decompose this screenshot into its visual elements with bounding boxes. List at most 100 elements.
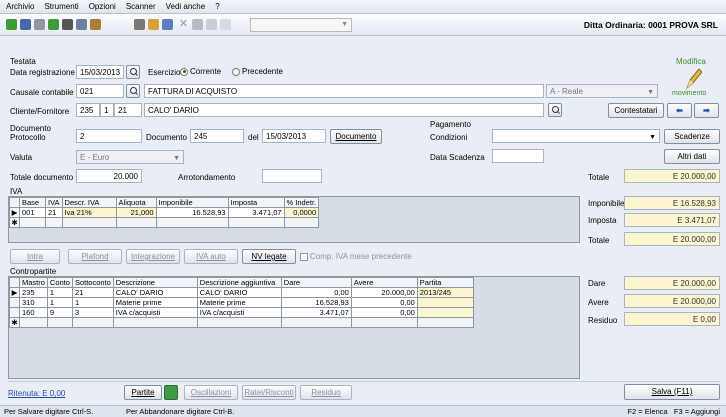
- contropartite-grid[interactable]: Mastro Conto Sottoconto Descrizione Desc…: [8, 276, 580, 379]
- del-field[interactable]: 15/03/2013: [262, 129, 326, 143]
- ratei-button[interactable]: Ratei/Risconti: [242, 385, 296, 400]
- radio-precedente[interactable]: Precedente: [232, 67, 283, 76]
- menu-vedi-anche[interactable]: Vedi anche: [166, 2, 206, 11]
- table-cell[interactable]: 0,00: [350, 307, 418, 318]
- table-cell[interactable]: 310: [19, 297, 48, 308]
- iva-grid[interactable]: Base IVA Descr. IVA Aliquota Imponibile …: [8, 196, 580, 243]
- menu-archivio[interactable]: Archivio: [6, 2, 34, 11]
- table-cell[interactable]: 21: [45, 207, 63, 218]
- date-search-button[interactable]: [126, 65, 140, 79]
- calculator-icon[interactable]: [148, 19, 159, 30]
- cf-search-button[interactable]: [548, 103, 562, 117]
- preview-icon[interactable]: [90, 19, 101, 30]
- table-cell[interactable]: CALO' DARIO: [196, 287, 282, 298]
- nv-legate-button[interactable]: NV legate: [242, 249, 296, 264]
- next-arrow-button[interactable]: ➡: [694, 103, 719, 118]
- table-row[interactable]: ▶ 235 1 21 CALO' DARIO CALO' DARIO 0,00 …: [9, 287, 474, 298]
- table-cell[interactable]: Iva 21%: [61, 207, 117, 218]
- table-cell[interactable]: 21,000: [115, 207, 157, 218]
- menu-scanner[interactable]: Scanner: [126, 2, 156, 11]
- table-cell[interactable]: 9: [46, 307, 73, 318]
- ritenuta-link[interactable]: Ritenuta: E 0,00: [8, 389, 65, 398]
- delete-icon[interactable]: [34, 19, 45, 30]
- cancel-icon[interactable]: ✕: [178, 19, 189, 30]
- oscillazioni-button[interactable]: Oscillazioni: [184, 385, 238, 400]
- table-cell[interactable]: 0,0000: [283, 207, 320, 218]
- settings-icon[interactable]: [206, 19, 217, 30]
- contestatari-button[interactable]: Contestatari: [608, 103, 664, 118]
- documento-field[interactable]: 245: [190, 129, 244, 143]
- causale-code-field[interactable]: 021: [76, 84, 124, 98]
- altri-dati-button[interactable]: Altri dati: [664, 149, 720, 164]
- extra-icon[interactable]: [220, 19, 231, 30]
- print-icon[interactable]: [76, 19, 87, 30]
- table-cell[interactable]: 3.471,07: [280, 307, 352, 318]
- table-cell[interactable]: 16.528,93: [280, 297, 352, 308]
- table-cell[interactable]: [416, 307, 474, 318]
- protocollo-field[interactable]: 2: [76, 129, 142, 143]
- comp-iva-checkbox[interactable]: Comp. IVA mese precedente: [300, 252, 412, 261]
- table-cell[interactable]: 0,00: [350, 297, 418, 308]
- menu-help[interactable]: ?: [215, 2, 219, 11]
- data-reg-field[interactable]: 15/03/2013: [76, 65, 124, 79]
- cf-conto-field[interactable]: 1: [100, 103, 114, 117]
- table-cell[interactable]: 235: [19, 287, 48, 298]
- condizioni-select[interactable]: ▼: [492, 129, 660, 143]
- pencil-icon[interactable]: [684, 66, 703, 90]
- binoculars-icon[interactable]: [62, 19, 73, 30]
- table-cell[interactable]: 1: [46, 297, 73, 308]
- prev-arrow-button[interactable]: ⬅: [667, 103, 692, 118]
- partite-button[interactable]: Partite: [124, 385, 162, 400]
- table-new-row[interactable]: ✱: [9, 317, 474, 328]
- totale-doc-field[interactable]: 20.000: [76, 169, 142, 183]
- table-cell[interactable]: 160: [19, 307, 48, 318]
- save-icon[interactable]: [20, 19, 31, 30]
- table-cell[interactable]: 0,00: [280, 287, 352, 298]
- table-cell[interactable]: CALO' DARIO: [112, 287, 198, 298]
- table-row[interactable]: 310 1 1 Materie prime Materie prime 16.5…: [9, 297, 474, 308]
- plafond-button[interactable]: Plafond: [68, 249, 122, 264]
- table-cell[interactable]: 1: [71, 297, 114, 308]
- table-cell[interactable]: IVA c/acquisti: [112, 307, 198, 318]
- table-cell[interactable]: 001: [19, 207, 46, 218]
- intra-button[interactable]: Intra: [10, 249, 60, 264]
- data-scad-field[interactable]: [492, 149, 544, 163]
- arrot-field[interactable]: [262, 169, 322, 183]
- esercizio-label: Esercizio: [148, 68, 181, 77]
- table-cell[interactable]: Materie prime: [112, 297, 198, 308]
- open-icon[interactable]: [48, 19, 59, 30]
- table-row[interactable]: 160 9 3 IVA c/acquisti IVA c/acquisti 3.…: [9, 307, 474, 318]
- documento-button[interactable]: Documento: [330, 129, 382, 144]
- scadenze-button[interactable]: Scadenze: [664, 129, 720, 144]
- table-cell[interactable]: [416, 297, 474, 308]
- cf-mastro-field[interactable]: 235: [76, 103, 100, 117]
- integrazione-button[interactable]: Integrazione: [126, 249, 180, 264]
- table-cell[interactable]: 20.000,00: [350, 287, 418, 298]
- radio-corrente[interactable]: Corrente: [180, 67, 221, 76]
- tools-icon[interactable]: [134, 19, 145, 30]
- table-cell[interactable]: IVA c/acquisti: [196, 307, 282, 318]
- causale-desc-field[interactable]: FATTURA DI ACQUISTO: [144, 84, 544, 98]
- residuo-button[interactable]: Residuo: [300, 385, 352, 400]
- menu-strumenti[interactable]: Strumenti: [44, 2, 78, 11]
- table-cell[interactable]: 21: [71, 287, 114, 298]
- table-cell[interactable]: 3.471,07: [227, 207, 285, 218]
- cf-sottoconto-field[interactable]: 21: [114, 103, 142, 117]
- table-cell[interactable]: 1: [46, 287, 73, 298]
- notes-icon[interactable]: [162, 19, 173, 30]
- table-cell[interactable]: 2013/245: [416, 287, 474, 298]
- table-new-row[interactable]: ✱: [9, 217, 320, 228]
- iva-auto-button[interactable]: IVA auto: [184, 249, 238, 264]
- save-button[interactable]: Salva (F11): [624, 384, 720, 400]
- table-row[interactable]: ▶ 001 21 Iva 21% 21,000 16.528,93 3.471,…: [9, 207, 320, 218]
- table-cell[interactable]: 16.528,93: [155, 207, 229, 218]
- cf-desc-field[interactable]: CALO' DARIO: [144, 103, 544, 117]
- lock-icon[interactable]: [164, 385, 178, 400]
- toolbar-combo[interactable]: ▼: [250, 18, 352, 32]
- causale-search-button[interactable]: [126, 84, 140, 98]
- table-cell[interactable]: Materie prime: [196, 297, 282, 308]
- table-cell[interactable]: 3: [71, 307, 114, 318]
- new-icon[interactable]: [6, 19, 17, 30]
- attach-icon[interactable]: [192, 19, 203, 30]
- menu-opzioni[interactable]: Opzioni: [89, 2, 116, 11]
